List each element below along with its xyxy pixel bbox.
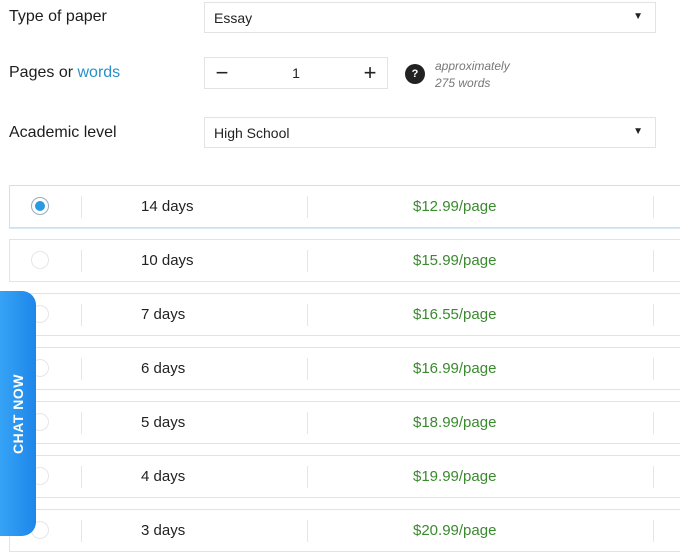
pages-stepper: − 1 +: [204, 57, 388, 89]
deadline-option[interactable]: 5 days $18.99/page: [9, 401, 680, 444]
radio-button[interactable]: [31, 251, 49, 269]
deadline-option[interactable]: 4 days $19.99/page: [9, 455, 680, 498]
chevron-down-icon: ▼: [633, 126, 643, 137]
deadline-price: $20.99/page: [413, 522, 497, 539]
radio-button[interactable]: [31, 197, 49, 215]
deadline-days: 10 days: [141, 252, 194, 269]
increment-button[interactable]: +: [355, 60, 385, 86]
deadline-price: $16.99/page: [413, 360, 497, 377]
deadline-price: $15.99/page: [413, 252, 497, 269]
divider: [307, 304, 308, 326]
divider: [81, 250, 82, 272]
divider: [81, 520, 82, 542]
help-icon[interactable]: ?: [405, 64, 425, 84]
deadline-price: $18.99/page: [413, 414, 497, 431]
deadline-price: $12.99/page: [413, 198, 497, 215]
divider: [81, 304, 82, 326]
divider: [653, 304, 654, 326]
divider: [81, 196, 82, 218]
chat-now-label: CHAT NOW: [10, 373, 26, 454]
type-of-paper-value: Essay: [214, 10, 253, 26]
academic-level-value: High School: [214, 125, 290, 141]
chat-now-button[interactable]: CHAT NOW: [0, 291, 36, 536]
divider: [307, 196, 308, 218]
divider: [653, 196, 654, 218]
deadline-days: 4 days: [141, 468, 186, 485]
pages-label: Pages or words: [9, 64, 120, 82]
deadline-price: $16.55/page: [413, 306, 497, 323]
word-count-hint: approximately 275 words: [435, 58, 510, 92]
deadline-option[interactable]: 3 days $20.99/page: [9, 509, 680, 552]
divider: [307, 358, 308, 380]
deadline-days: 14 days: [141, 198, 194, 215]
academic-level-select[interactable]: High School ▼: [204, 117, 656, 148]
pages-label-text: Pages or: [9, 64, 78, 81]
deadline-days: 5 days: [141, 414, 186, 431]
deadline-option[interactable]: 6 days $16.99/page: [9, 347, 680, 390]
deadline-option[interactable]: 14 days $12.99/page: [9, 185, 680, 228]
divider: [307, 412, 308, 434]
deadline-option[interactable]: 7 days $16.55/page: [9, 293, 680, 336]
type-of-paper-label: Type of paper: [9, 8, 107, 25]
divider: [81, 358, 82, 380]
divider: [653, 250, 654, 272]
divider: [653, 466, 654, 488]
divider: [81, 412, 82, 434]
divider: [653, 412, 654, 434]
deadline-days: 6 days: [141, 360, 186, 377]
approx-line1: approximately: [435, 59, 510, 73]
deadline-days: 7 days: [141, 306, 186, 323]
divider: [307, 250, 308, 272]
type-of-paper-select[interactable]: Essay ▼: [204, 2, 656, 33]
deadline-price: $19.99/page: [413, 468, 497, 485]
divider: [307, 520, 308, 542]
divider: [653, 520, 654, 542]
divider: [653, 358, 654, 380]
approx-line2: 275 words: [435, 76, 491, 90]
deadline-option[interactable]: 10 days $15.99/page: [9, 239, 680, 282]
divider: [81, 466, 82, 488]
divider: [307, 466, 308, 488]
deadline-days: 3 days: [141, 522, 186, 539]
words-link[interactable]: words: [77, 64, 120, 81]
chevron-down-icon: ▼: [633, 11, 643, 22]
academic-level-label: Academic level: [9, 124, 117, 141]
